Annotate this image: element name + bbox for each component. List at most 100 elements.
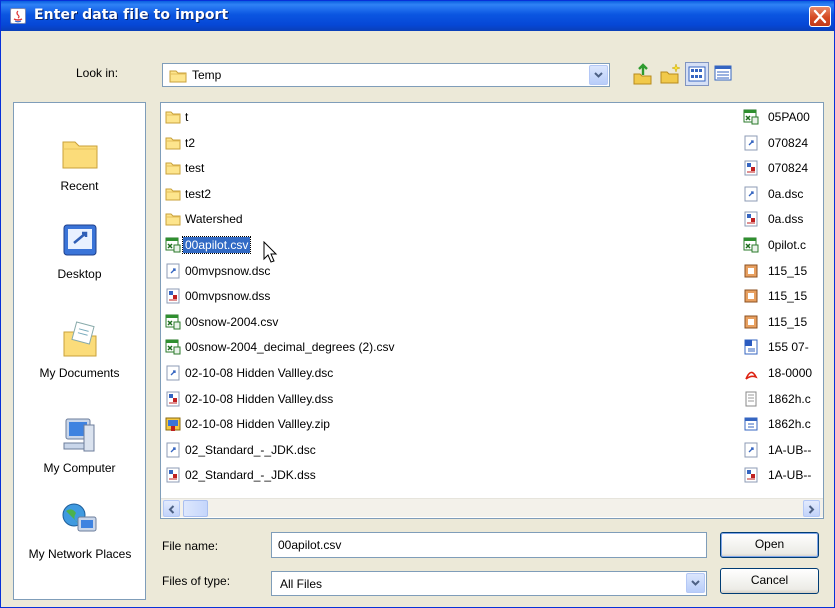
- cancel-button[interactable]: Cancel: [720, 568, 819, 594]
- file-item[interactable]: 0a.dss: [739, 207, 823, 233]
- file-item[interactable]: 02-10-08 Hidden Vallley.dss: [161, 387, 721, 413]
- place-desktop[interactable]: Desktop: [14, 221, 145, 282]
- file-item[interactable]: 02-10-08 Hidden Vallley.dsc: [161, 361, 721, 387]
- file-item[interactable]: 00mvpsnow.dss: [161, 284, 721, 310]
- file-name-text: 00apilot.csv: [181, 235, 252, 254]
- up-folder-icon: [633, 63, 652, 85]
- list-view-button[interactable]: [685, 62, 709, 86]
- window-title: Enter data file to import: [34, 7, 229, 23]
- files-of-type-label: Files of type:: [162, 574, 231, 588]
- file-item[interactable]: 02_Standard_-_JDK.dss: [161, 463, 721, 489]
- file-item[interactable]: 02_Standard_-_JDK.dsc: [161, 438, 721, 464]
- file-item[interactable]: 1A-UB--: [739, 438, 823, 464]
- scroll-right-button[interactable]: [803, 500, 820, 517]
- file-name-text: 02-10-08 Hidden Vallley.zip: [185, 417, 330, 432]
- chevron-left-icon: [168, 505, 175, 514]
- place-recent[interactable]: Recent: [14, 133, 145, 194]
- file-name-text: Watershed: [185, 212, 243, 227]
- file-item[interactable]: 070824: [739, 156, 823, 182]
- file-item[interactable]: 00snow-2004.csv: [161, 310, 721, 336]
- file-name-text: 115_15: [768, 314, 808, 329]
- network-places-icon: [60, 501, 100, 541]
- csv-file-icon: [165, 314, 181, 330]
- csv-file-icon: [165, 339, 181, 355]
- scroll-left-button[interactable]: [163, 500, 180, 517]
- folder-file-icon: [165, 160, 181, 176]
- folder-item[interactable]: test2: [161, 182, 721, 208]
- file-name-input[interactable]: 00apilot.csv: [271, 532, 707, 558]
- file-item[interactable]: 0pilot.c: [739, 233, 823, 259]
- dsc-file-icon: [165, 365, 181, 381]
- file-item[interactable]: 00snow-2004_decimal_degrees (2).csv: [161, 335, 721, 361]
- file-item[interactable]: 1862h.c: [739, 387, 823, 413]
- file-name-text: 0a.dss: [768, 212, 804, 227]
- dsc-file-icon: [743, 442, 759, 458]
- folder-item[interactable]: t2: [161, 131, 721, 157]
- place-label: Desktop: [57, 267, 102, 281]
- scroll-thumb[interactable]: [183, 500, 208, 517]
- dss-file-icon: [165, 288, 181, 304]
- place-label: My Network Places: [28, 547, 132, 561]
- files-of-type-dropdown-button[interactable]: [686, 573, 705, 593]
- file-name-text: 18-0000: [768, 365, 813, 380]
- title-bar[interactable]: Enter data file to import: [1, 1, 834, 31]
- dss-file-icon: [743, 211, 759, 227]
- folder-item[interactable]: Watershed: [161, 207, 721, 233]
- file-name-text: 115_15: [768, 289, 808, 304]
- file-name-text: 00mvpsnow.dss: [185, 289, 271, 304]
- csv-file-icon: [743, 237, 759, 253]
- file-item[interactable]: 18-0000: [739, 361, 823, 387]
- file-item[interactable]: 05PA00: [739, 105, 823, 131]
- file-item[interactable]: 02-10-08 Hidden Vallley.zip: [161, 412, 721, 438]
- file-item[interactable]: 00mvpsnow.dsc: [161, 259, 721, 285]
- up-one-level-button[interactable]: [631, 62, 655, 86]
- file-column-1: t t2 test test2 Watershed 00apilot.csv 00mvpsn…: [161, 105, 721, 489]
- file-list[interactable]: t t2 test test2 Watershed 00apilot.csv 00mvpsn…: [160, 102, 824, 519]
- file-item[interactable]: 115_15: [739, 310, 823, 336]
- file-name-text: 02_Standard_-_JDK.dss: [185, 468, 316, 483]
- file-item[interactable]: 0a.dsc: [739, 182, 823, 208]
- dsc-file-icon: [165, 442, 181, 458]
- dsc-file-icon: [165, 263, 181, 279]
- open-button[interactable]: Open: [720, 532, 819, 558]
- look-in-label: Look in:: [76, 66, 119, 80]
- folder-icon: [169, 68, 187, 86]
- csv-file-icon: [743, 109, 759, 125]
- look-in-dropdown-button[interactable]: [589, 65, 608, 85]
- place-my-documents[interactable]: My Documents: [14, 320, 145, 381]
- file-item[interactable]: 115_15: [739, 259, 823, 285]
- file-name-text: 00snow-2004_decimal_degrees (2).csv: [185, 340, 395, 355]
- file-item[interactable]: 1862h.c: [739, 412, 823, 438]
- look-in-value: Temp: [192, 68, 222, 82]
- look-in-combobox[interactable]: Temp: [162, 63, 610, 87]
- close-icon: [813, 9, 827, 24]
- mouse-cursor-icon: [263, 240, 279, 268]
- folder-item[interactable]: test: [161, 156, 721, 182]
- details-view-icon: [714, 65, 732, 81]
- file-name-text: 1A-UB--: [768, 442, 812, 457]
- place-label: My Computer: [43, 461, 116, 475]
- file-item[interactable]: 1A-UB--: [739, 463, 823, 489]
- img-file-icon: [743, 288, 759, 304]
- file-item[interactable]: 115_15: [739, 284, 823, 310]
- details-view-button[interactable]: [712, 62, 736, 86]
- file-name-text: 00mvpsnow.dsc: [185, 263, 271, 278]
- file-name-text: 00snow-2004.csv: [185, 314, 279, 329]
- place-label: Recent: [60, 179, 99, 193]
- file-item[interactable]: 070824: [739, 131, 823, 157]
- file-name-text: 0pilot.c: [768, 237, 807, 252]
- folder-file-icon: [165, 109, 181, 125]
- files-of-type-combobox[interactable]: All Files: [271, 571, 707, 596]
- close-button[interactable]: [809, 6, 831, 27]
- file-item[interactable]: 00apilot.csv: [161, 233, 721, 259]
- place-network[interactable]: My Network Places: [14, 501, 145, 562]
- file-column-2: 05PA00 070824 070824 0a.dsc 0a.dss 0pilot.c 11…: [739, 105, 823, 489]
- place-my-computer[interactable]: My Computer: [14, 415, 145, 476]
- new-folder-button[interactable]: [658, 62, 682, 86]
- file-item[interactable]: 155 07-: [739, 335, 823, 361]
- java-app-icon: [10, 8, 26, 24]
- folder-item[interactable]: t: [161, 105, 721, 131]
- dss-file-icon: [743, 467, 759, 483]
- list-view-icon: [688, 66, 706, 82]
- horizontal-scrollbar[interactable]: [161, 498, 823, 517]
